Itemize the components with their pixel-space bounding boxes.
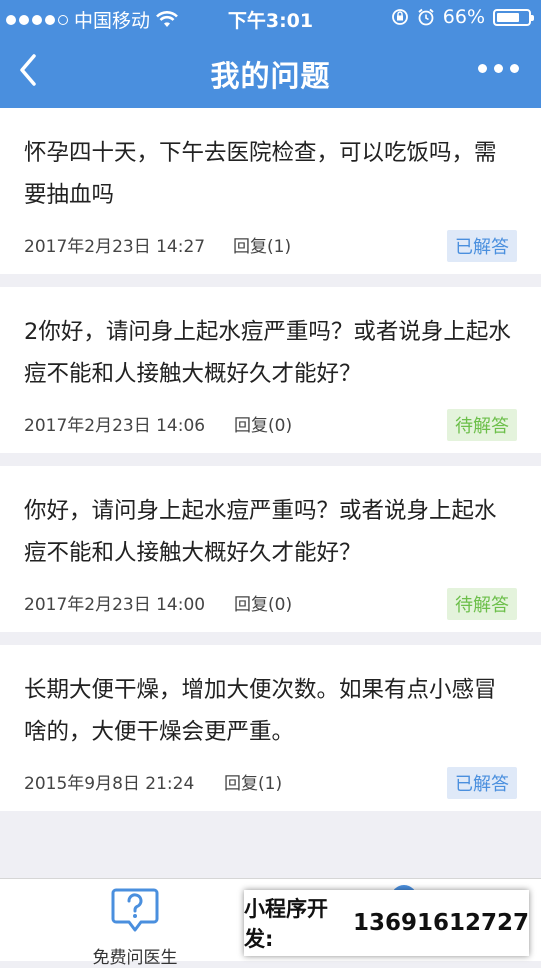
status-badge: 待解答 bbox=[447, 588, 517, 620]
question-text: 2你好，请问身上起水痘严重吗？或者说身上起水痘不能和人接触大概好久才能好？ bbox=[24, 319, 511, 387]
question-meta: 2017年2月23日 14:27 回复(1) 已解答 bbox=[24, 216, 517, 274]
question-text: 你好，请问身上起水痘严重吗？或者说身上起水痘不能和人接触大概好久才能好？ bbox=[24, 498, 497, 566]
tab-ask-doctor[interactable]: 免费问医生 bbox=[84, 887, 186, 968]
promo-label: 小程序开发: bbox=[244, 897, 328, 951]
more-dot bbox=[478, 64, 487, 73]
promo-phone: 13691612727 bbox=[352, 910, 529, 936]
question-bubble-icon bbox=[111, 888, 159, 932]
reply-count: 回复(1) bbox=[233, 237, 292, 257]
question-date: 2017年2月23日 14:00 bbox=[24, 595, 206, 615]
more-dot bbox=[494, 64, 503, 73]
reply-count: 回复(1) bbox=[224, 774, 283, 794]
question-meta: 2015年9月8日 21:24 回复(1) 已解答 bbox=[24, 753, 517, 811]
status-badge: 已解答 bbox=[447, 230, 517, 262]
question-list: 怀孕四十天，下午去医院检查，可以吃饭吗，需要抽血吗 2017年2月23日 14:… bbox=[0, 108, 541, 824]
question-meta: 2017年2月23日 14:00 回复(0) 待解答 bbox=[24, 574, 517, 632]
reply-count: 回复(0) bbox=[234, 416, 293, 436]
battery-percent: 66% bbox=[442, 6, 485, 28]
status-bar: 中国移动 下午3:01 66% bbox=[0, 0, 541, 36]
alarm-icon bbox=[418, 8, 434, 26]
tab-label: 免费问医生 bbox=[92, 948, 178, 968]
battery-icon bbox=[493, 8, 534, 26]
question-date: 2015年9月8日 21:24 bbox=[24, 774, 195, 794]
question-text: 长期大便干燥，增加大便次数。如果有点小感冒啥的，大便干燥会更严重。 bbox=[24, 677, 497, 745]
promo-banner: 小程序开发: 13691612727 bbox=[244, 890, 529, 956]
question-date: 2017年2月23日 14:27 bbox=[24, 237, 206, 257]
question-card[interactable]: 长期大便干燥，增加大便次数。如果有点小感冒啥的，大便干燥会更严重。 2015年9… bbox=[0, 645, 541, 811]
navigation-bar: 我的问题 bbox=[0, 36, 541, 108]
question-card[interactable]: 你好，请问身上起水痘严重吗？或者说身上起水痘不能和人接触大概好久才能好？ 201… bbox=[0, 466, 541, 632]
question-card[interactable]: 怀孕四十天，下午去医院检查，可以吃饭吗，需要抽血吗 2017年2月23日 14:… bbox=[0, 108, 541, 274]
question-meta: 2017年2月23日 14:06 回复(0) 待解答 bbox=[24, 395, 517, 453]
status-badge: 已解答 bbox=[447, 767, 517, 799]
question-date: 2017年2月23日 14:06 bbox=[24, 416, 206, 436]
page-title: 我的问题 bbox=[210, 59, 331, 93]
reply-count: 回复(0) bbox=[234, 595, 293, 615]
question-card[interactable]: 2你好，请问身上起水痘严重吗？或者说身上起水痘不能和人接触大概好久才能好？ 20… bbox=[0, 287, 541, 453]
question-text: 怀孕四十天，下午去医院检查，可以吃饭吗，需要抽血吗 bbox=[24, 140, 497, 208]
more-button[interactable] bbox=[478, 64, 519, 73]
orientation-lock-icon bbox=[391, 9, 408, 25]
more-dot bbox=[510, 64, 519, 73]
status-right: 66% bbox=[391, 6, 534, 28]
status-badge: 待解答 bbox=[447, 409, 517, 441]
